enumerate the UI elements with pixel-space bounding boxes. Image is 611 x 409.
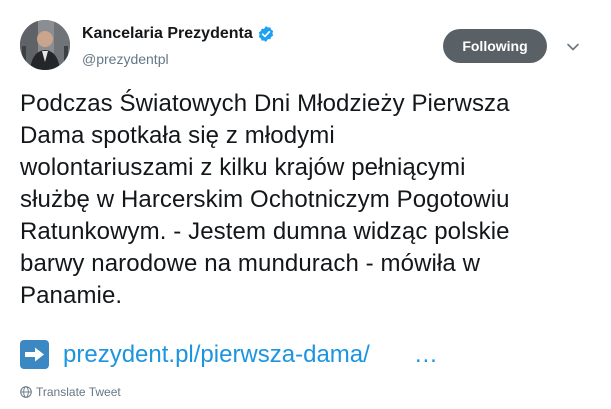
verified-badge-icon — [257, 25, 275, 43]
author-name[interactable]: Kancelaria Prezydenta — [82, 25, 253, 43]
translate-tweet-label: Translate Tweet — [36, 385, 121, 399]
right-arrow-emoji-icon — [20, 340, 49, 369]
tweet-link-row: prezydent.pl/pierwsza-dama/ … — [20, 340, 438, 369]
avatar-photo — [20, 20, 70, 70]
following-button[interactable]: Following — [443, 29, 547, 63]
author-name-row: Kancelaria Prezydenta — [82, 25, 275, 43]
globe-icon — [20, 386, 32, 398]
tweet-card: Kancelaria Prezydenta @prezydentpl Follo… — [0, 0, 611, 409]
avatar[interactable] — [20, 20, 70, 70]
chevron-down-icon[interactable] — [566, 40, 580, 54]
author-handle[interactable]: @prezydentpl — [82, 51, 169, 67]
tweet-link[interactable]: prezydent.pl/pierwsza-dama/ — [63, 341, 370, 369]
link-ellipsis: … — [413, 340, 438, 368]
tweet-text: Podczas Światowych Dni Młodzieży Pierwsz… — [20, 90, 510, 309]
translate-tweet-link[interactable]: Translate Tweet — [20, 385, 121, 399]
